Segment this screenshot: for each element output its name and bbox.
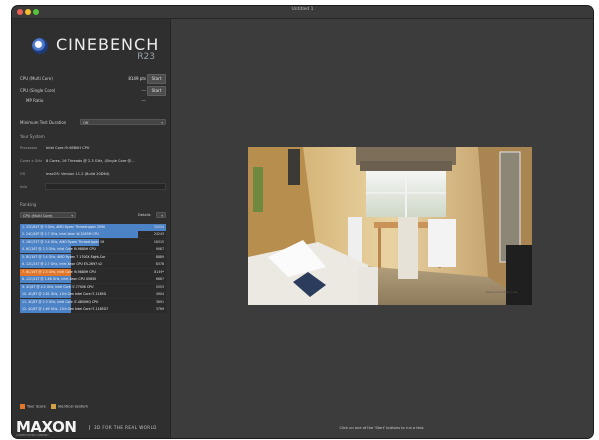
- ranking-row[interactable]: 4. 8C/16T @ 2.3 GHz, Intel Core i9-9880H…: [20, 246, 166, 254]
- cinebench-logo: CINEBENCH R23: [32, 35, 160, 69]
- logo-version: R23: [137, 52, 155, 62]
- ranking-cpu-name: 10. 4C/8T @ 2.81 GHz, 11th Gen Intel Cor…: [22, 292, 107, 297]
- test-row-mp-ratio: MP Ratio ---: [20, 96, 166, 106]
- min-test-duration-value: Off: [83, 121, 89, 125]
- ranking-score: 8889: [155, 254, 164, 259]
- ranking-score: 9087: [155, 247, 164, 252]
- ranking-cpu-name: 2. 24C/48T @ 2.7 GHz, Intel Xeon W-3265M…: [22, 232, 99, 237]
- sidebar: CINEBENCH R23 CPU (Multi Core) 8149 pts …: [12, 19, 171, 438]
- test-row-multi-core: CPU (Multi Core) 8149 pts Start: [20, 74, 166, 84]
- ranking-row[interactable]: 12. 4C/8T @ 1.69 GHz, 11th Gen Intel Cor…: [20, 306, 166, 314]
- ranking-score: 3769: [155, 307, 164, 312]
- test-label: CPU (Multi Core): [20, 76, 53, 81]
- status-message: Click on one of the 'Start' buttons to r…: [339, 426, 425, 430]
- ranking-score: 8149*: [154, 269, 164, 274]
- legend-identical-system: Identical System: [58, 404, 89, 409]
- chevron-down-icon: ▾: [161, 214, 163, 218]
- test-label: CPU (Single Core): [20, 88, 56, 93]
- system-row-processor: Processor Intel Core i9-9880H CPU: [20, 144, 166, 152]
- system-value: Intel Core i9-9880H CPU: [46, 146, 90, 150]
- ranking-row[interactable]: 9. 4C/8T @ 4.2 GHz, Intel Core i7-7700K …: [20, 283, 166, 291]
- system-value: 8 Cores, 16 Threads @ 2.3 GHz, (Single C…: [46, 159, 135, 163]
- ranking-row[interactable]: 5. 8C/16T @ 3.4 GHz, AMD Ryzen 7 1700X E…: [20, 253, 166, 261]
- system-key: Cores x GHz: [20, 159, 42, 163]
- ranking-filter-select[interactable]: CPU (Multi Core) ▾: [20, 212, 76, 218]
- ranking-cpu-name: 1. 32C/64T @ 3 GHz, AMD Ryzen Threadripp…: [22, 225, 106, 229]
- ranking-cpu-name: 3. 16C/32T @ 3.4 GHz, AMD Ryzen Threadri…: [22, 239, 104, 244]
- ranking-score: 6867: [155, 277, 164, 282]
- ranking-cpu-name: 12. 4C/8T @ 1.69 GHz, 11th Gen Intel Cor…: [22, 307, 109, 312]
- ranking-filter-value: CPU (Multi Core): [23, 214, 53, 218]
- system-key: OS: [20, 172, 26, 176]
- start-single-core-button[interactable]: Start: [147, 86, 166, 96]
- maxon-subtitle: A NEMETSCHEK COMPANY: [16, 434, 49, 437]
- ranking-legend: Your Score Identical System: [20, 404, 88, 409]
- ranking-row[interactable]: 8. 12C/24T @ 2.66 GHz, Intel Xeon CPU X5…: [20, 276, 166, 284]
- legend-your-score: Your Score: [27, 404, 46, 409]
- cinebench-window: Untitled 1 CINEBENCH R23 CPU (Multi Core…: [12, 6, 593, 438]
- identical-system-swatch: [51, 404, 57, 409]
- ranking-row[interactable]: 10. 4C/8T @ 2.81 GHz, 11th Gen Intel Cor…: [20, 291, 166, 299]
- test-score: ---: [141, 98, 146, 103]
- test-row-single-core: CPU (Single Core) --- Start: [20, 86, 166, 96]
- ranking-row[interactable]: 2. 24C/48T @ 2.7 GHz, Intel Xeon W-3265M…: [20, 231, 166, 239]
- ranking-score: 4904: [155, 292, 164, 297]
- render-preview-image: www.renderbaron.de: [248, 147, 532, 305]
- your-score-swatch: [20, 404, 25, 409]
- system-row-info: Info: [20, 183, 166, 191]
- ranking-score: 30054: [153, 225, 164, 229]
- maxon-tagline: 3D FOR THE REAL WORLD: [89, 425, 157, 430]
- system-row-os: OS macOS: Version 11.2 (Build 20D64): [20, 170, 166, 178]
- window-title: Untitled 1: [291, 7, 314, 12]
- system-key: Info: [20, 185, 27, 189]
- cinebench-logo-icon: [32, 38, 48, 54]
- details-toggle[interactable]: ▾: [156, 212, 166, 218]
- ranking-cpu-name: 5. 8C/16T @ 3.4 GHz, AMD Ryzen 7 1700X E…: [22, 254, 106, 259]
- ranking-row[interactable]: 1. 32C/64T @ 3 GHz, AMD Ryzen Threadripp…: [20, 224, 166, 231]
- min-test-duration-label: Minimum Test Duration: [20, 120, 67, 125]
- system-key: Processor: [20, 146, 38, 150]
- ranking-cpu-name: 9. 4C/8T @ 4.2 GHz, Intel Core i7-7700K …: [22, 284, 94, 289]
- start-multi-core-button[interactable]: Start: [147, 74, 166, 84]
- test-label: MP Ratio: [26, 98, 44, 103]
- system-value: macOS: Version 11.2 (Build 20D64): [46, 172, 110, 176]
- ranking-cpu-name: 4. 8C/16T @ 2.3 GHz, Intel Core i9-9880H…: [22, 247, 96, 252]
- ranking-score: 5553: [155, 284, 164, 289]
- ranking-row[interactable]: 7. 8C/16T @ 2.3 GHz, Intel Core i9-9880H…: [20, 268, 166, 276]
- min-test-duration-row: Minimum Test Duration Off ▾: [20, 118, 166, 128]
- render-viewport: www.renderbaron.de Click on one of the '…: [171, 19, 593, 438]
- ranking-cpu-name: 8. 12C/24T @ 2.66 GHz, Intel Xeon CPU X5…: [22, 277, 97, 282]
- ranking-row[interactable]: 6. 12C/24T @ 2.7 GHz, Intel Xeon CPU E5-…: [20, 261, 166, 269]
- ranking-score: 16315: [153, 239, 164, 244]
- ranking-list: 1. 32C/64T @ 3 GHz, AMD Ryzen Threadripp…: [20, 224, 166, 314]
- maxon-logo: MAXON A NEMETSCHEK COMPANY 3D FOR THE RE…: [16, 418, 166, 438]
- ranking-row[interactable]: 11. 4C/8T @ 2.3 GHz, Intel Core i7-4850H…: [20, 298, 166, 306]
- min-test-duration-select[interactable]: Off ▾: [80, 119, 166, 125]
- ranking-cpu-name: 11. 4C/8T @ 2.3 GHz, Intel Core i7-4850H…: [22, 299, 99, 304]
- ranking-score: 3891: [155, 299, 164, 304]
- ranking-score: 8378: [155, 262, 164, 267]
- chevron-down-icon: ▾: [161, 121, 163, 125]
- title-bar: Untitled 1: [12, 6, 593, 19]
- test-score: ---: [141, 88, 146, 93]
- test-score: 8149 pts: [128, 76, 146, 81]
- system-row-cores: Cores x GHz 8 Cores, 16 Threads @ 2.3 GH…: [20, 157, 166, 165]
- ranking-row[interactable]: 3. 16C/32T @ 3.4 GHz, AMD Ryzen Threadri…: [20, 238, 166, 246]
- ranking-cpu-name: 6. 12C/24T @ 2.7 GHz, Intel Xeon CPU E5-…: [22, 262, 103, 267]
- ranking-score: 24243: [153, 232, 164, 237]
- ranking-cpu-name: 7. 8C/16T @ 2.3 GHz, Intel Core i9-9880H…: [22, 269, 96, 274]
- your-system-heading: Your System: [20, 134, 45, 139]
- details-label: Details: [138, 213, 151, 217]
- ranking-heading: Ranking: [20, 202, 37, 207]
- info-field[interactable]: [45, 183, 166, 190]
- render-watermark: www.renderbaron.de: [486, 290, 517, 294]
- chevron-down-icon: ▾: [71, 214, 73, 218]
